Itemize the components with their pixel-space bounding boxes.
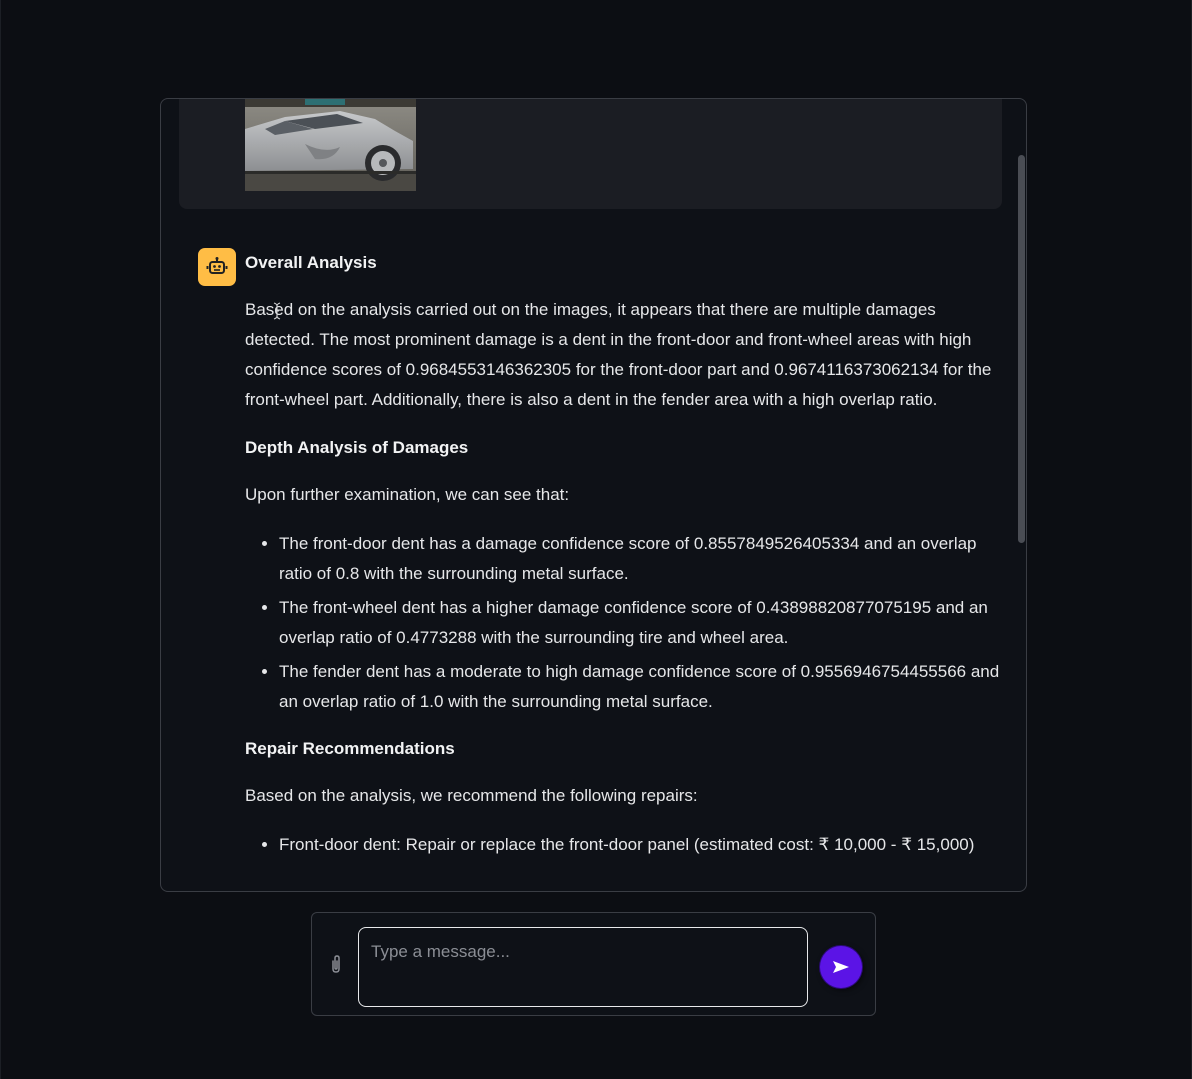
uploaded-car-image[interactable]	[245, 99, 416, 191]
chat-history-panel[interactable]: Overall Analysis Based on the analysis c…	[160, 98, 1027, 892]
bot-avatar	[198, 248, 236, 286]
chat-scroll-area: Overall Analysis Based on the analysis c…	[161, 99, 1011, 891]
chat-input-bar	[311, 912, 876, 1016]
list-item: Front-door dent: Repair or replace the f…	[279, 830, 1005, 860]
send-arrow-icon	[833, 961, 849, 973]
bot-message: Overall Analysis Based on the analysis c…	[245, 249, 1005, 878]
paperclip-icon	[332, 955, 340, 973]
attach-file-button[interactable]	[326, 951, 346, 977]
section-heading-overall: Overall Analysis	[245, 253, 377, 272]
app-window: Overall Analysis Based on the analysis c…	[0, 0, 1192, 1079]
overall-analysis-text: Based on the analysis carried out on the…	[245, 300, 992, 409]
repair-intro-text: Based on the analysis, we recommend the …	[245, 786, 698, 805]
list-item: The fender dent has a moderate to high d…	[279, 657, 1005, 717]
list-item: The front-wheel dent has a higher damage…	[279, 593, 1005, 653]
chat-scrollbar[interactable]	[1012, 99, 1026, 891]
message-input[interactable]	[358, 927, 808, 1007]
depth-analysis-list: The front-door dent has a damage confide…	[245, 529, 1005, 717]
scrollbar-thumb[interactable]	[1018, 155, 1025, 543]
user-message	[179, 99, 1002, 209]
car-photo-icon	[245, 99, 416, 191]
repair-list: Front-door dent: Repair or replace the f…	[245, 830, 1005, 860]
depth-intro-text: Upon further examination, we can see tha…	[245, 485, 570, 504]
section-heading-repair: Repair Recommendations	[245, 739, 455, 758]
list-item: The front-door dent has a damage confide…	[279, 529, 1005, 589]
send-button[interactable]	[820, 946, 862, 988]
section-heading-depth: Depth Analysis of Damages	[245, 438, 469, 457]
robot-icon	[206, 257, 228, 274]
